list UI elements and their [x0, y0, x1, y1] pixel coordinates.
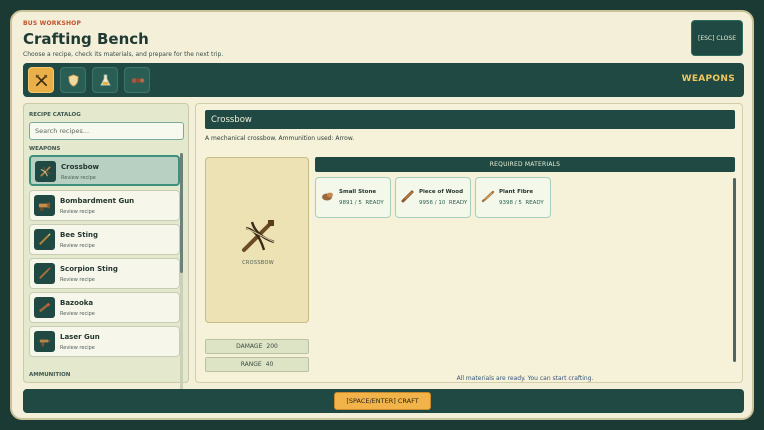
material-quantity: 9956 / 10 READY — [419, 200, 468, 206]
search-input[interactable] — [29, 122, 184, 140]
material-name: Piece of Wood — [419, 189, 464, 195]
recipe-icon — [35, 161, 56, 182]
recipe-icon — [34, 229, 55, 250]
recipe-detail: Crossbow A mechanical crossbow. Ammuniti… — [195, 103, 743, 383]
catalog-scroll-thumb[interactable] — [180, 153, 183, 273]
fibre-icon — [481, 190, 495, 203]
footer-bar: [SPACE/ENTER] CRAFT — [23, 389, 744, 413]
group-label-weapons: WEAPONS — [29, 146, 61, 152]
recipe-name: Bee Sting — [60, 231, 99, 239]
recipe-sub: Review recipe — [60, 277, 95, 283]
header-kicker: BUS WORKSHOP — [23, 20, 82, 27]
craft-button[interactable]: [SPACE/ENTER] CRAFT — [334, 392, 431, 410]
required-materials-header: REQUIRED MATERIALS — [315, 157, 735, 172]
catalog-scrollbar[interactable] — [180, 153, 183, 391]
recipe-item-bazooka[interactable]: Bazooka Review recipe — [29, 292, 180, 323]
recipe-icon — [34, 297, 55, 318]
materials-scrollbar[interactable] — [733, 178, 736, 362]
tab-armor[interactable] — [60, 67, 86, 93]
stat-value: 40 — [265, 361, 274, 368]
recipe-sub: Review recipe — [60, 243, 95, 249]
recipe-sub: Review recipe — [60, 209, 95, 215]
material-quantity: 9891 / 5 READY — [339, 200, 384, 206]
flask-icon — [99, 74, 111, 86]
recipe-icon — [34, 331, 55, 352]
laser-gun-icon — [39, 339, 51, 347]
header: BUS WORKSHOP Crafting Bench Choose a rec… — [23, 20, 223, 58]
ammo-icon — [131, 77, 144, 83]
recipe-catalog: RECIPE CATALOG WEAPONS Crossbow Review r… — [23, 103, 189, 383]
cannon-icon — [38, 202, 51, 212]
close-button[interactable]: [ESC] CLOSE — [691, 20, 743, 56]
stat-range: RANGE 40 — [205, 357, 309, 372]
bazooka-icon — [39, 302, 50, 313]
recipe-name: Laser Gun — [60, 333, 100, 341]
stat-label: RANGE — [240, 361, 262, 368]
recipe-name: Scorpion Sting — [60, 265, 118, 273]
craft-status-text: All materials are ready. You can start c… — [456, 375, 594, 382]
tab-ammunition[interactable] — [124, 67, 150, 93]
stat-damage: DAMAGE 200 — [205, 339, 309, 354]
item-title: Crossbow — [205, 110, 735, 129]
crossbow-icon — [242, 220, 275, 252]
group-label-ammunition: AMMUNITION — [29, 372, 71, 378]
crossed-tools-icon — [35, 74, 47, 86]
recipe-sub: Review recipe — [60, 311, 95, 317]
preview-label: CROSSBOW — [242, 260, 274, 266]
page-title: Crafting Bench — [23, 30, 149, 48]
recipe-icon — [34, 195, 55, 216]
item-preview: CROSSBOW — [205, 157, 309, 323]
page-subtitle: Choose a recipe, check its materials, an… — [23, 51, 224, 58]
material-quantity: 9398 / 5 READY — [499, 200, 544, 206]
recipe-item-scorpion-sting[interactable]: Scorpion Sting Review recipe — [29, 258, 180, 289]
tab-weapons[interactable] — [28, 67, 54, 93]
stone-icon — [322, 192, 333, 201]
scorpion-sting-icon — [39, 267, 51, 279]
material-name: Small Stone — [339, 189, 377, 195]
sting-icon — [39, 233, 51, 245]
material-small-stone: Small Stone 9891 / 5 READY — [315, 177, 391, 218]
recipe-item-bombardment-gun[interactable]: Bombardment Gun Review recipe — [29, 190, 180, 221]
material-name: Plant Fibre — [499, 189, 534, 195]
shield-icon — [67, 73, 79, 87]
recipe-item-laser-gun[interactable]: Laser Gun Review recipe — [29, 326, 180, 357]
recipe-item-crossbow[interactable]: Crossbow Review recipe — [29, 155, 180, 186]
catalog-label: RECIPE CATALOG — [29, 112, 81, 118]
stat-label: DAMAGE — [236, 343, 263, 350]
recipe-icon — [34, 263, 55, 284]
crossbow-icon — [40, 166, 51, 177]
material-plant-fibre: Plant Fibre 9398 / 5 READY — [475, 177, 551, 218]
tab-title: WEAPONS — [681, 74, 735, 84]
crafting-window: BUS WORKSHOP Crafting Bench Choose a rec… — [10, 10, 754, 420]
stat-value: 200 — [266, 343, 278, 350]
category-tab-bar: WEAPONS — [23, 63, 744, 97]
recipe-name: Crossbow — [61, 163, 100, 171]
item-description: A mechanical crossbow. Ammunition used: … — [205, 135, 355, 142]
recipe-name: Bazooka — [60, 299, 94, 307]
recipe-name: Bombardment Gun — [60, 197, 135, 205]
recipe-sub: Review recipe — [61, 175, 96, 181]
recipe-item-bee-sting[interactable]: Bee Sting Review recipe — [29, 224, 180, 255]
recipe-sub: Review recipe — [60, 345, 95, 351]
wood-icon — [401, 190, 414, 203]
material-piece-of-wood: Piece of Wood 9956 / 10 READY — [395, 177, 471, 218]
tab-potions[interactable] — [92, 67, 118, 93]
